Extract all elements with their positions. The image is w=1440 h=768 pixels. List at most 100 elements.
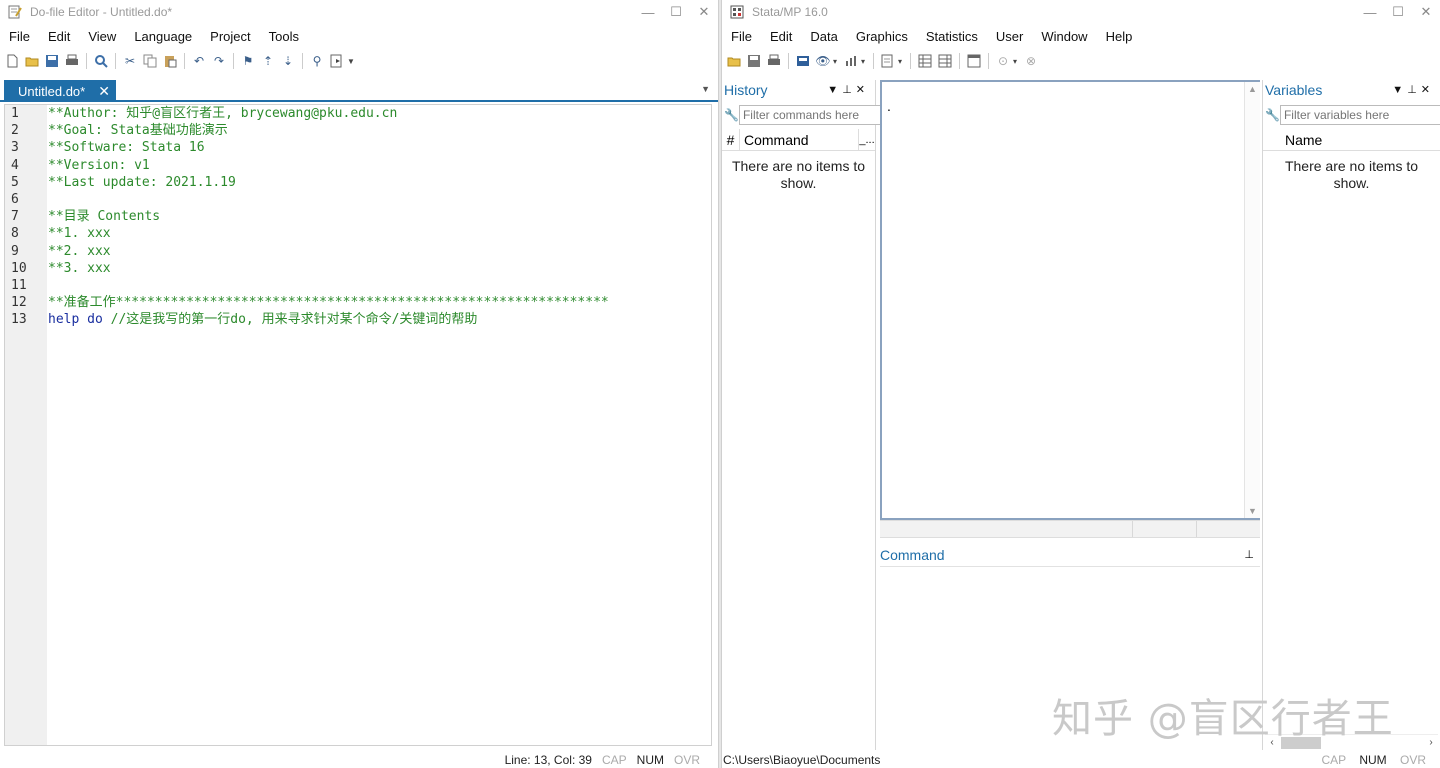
print-icon[interactable] (764, 51, 784, 71)
dofile-dropdown-icon[interactable]: ▾ (898, 57, 906, 66)
scroll-down-icon[interactable]: ▼ (1248, 506, 1257, 516)
line-number: 3 (11, 140, 19, 156)
editor-window-title: Do-file Editor - Untitled.do* (30, 5, 173, 19)
menu-language[interactable]: Language (125, 29, 201, 44)
code-line[interactable] (48, 191, 711, 208)
code-line[interactable]: **Version: v1 (48, 157, 711, 174)
code-line[interactable]: **目录 Contents (48, 208, 711, 225)
save-icon[interactable] (744, 51, 764, 71)
code-comment: //这是我写的第一行do, 用来寻求针对某个命令/关键词的帮助 (102, 312, 478, 328)
bookmark-toggle-icon[interactable]: ⚑ (238, 51, 258, 71)
working-directory: C:\Users\Biaoyue\Documents (723, 753, 881, 767)
history-filter-input[interactable] (738, 105, 902, 125)
maximize-icon[interactable]: ☐ (1384, 4, 1412, 20)
break-icon[interactable]: ⊗ (1021, 51, 1041, 71)
menu-view[interactable]: View (79, 29, 125, 44)
cut-icon[interactable]: ✂ (120, 51, 140, 71)
print-icon[interactable] (62, 51, 82, 71)
viewer-dropdown-icon[interactable]: ▾ (833, 57, 841, 66)
show-file-in-viewer-icon[interactable]: ⚲ (307, 51, 327, 71)
tab-label: Untitled.do* (18, 83, 86, 99)
col-number[interactable]: # (722, 129, 740, 150)
menu-statistics[interactable]: Statistics (917, 29, 987, 44)
variables-filter-row: 🔧 (1265, 104, 1440, 126)
code-line[interactable]: **准备工作**********************************… (48, 294, 711, 311)
menu-tools[interactable]: Tools (260, 29, 308, 44)
more-icon[interactable]: ⊙ (993, 51, 1013, 71)
close-icon[interactable]: ✕ (690, 4, 718, 20)
menu-file[interactable]: File (722, 29, 761, 44)
code-line[interactable]: **1. xxx (48, 225, 711, 242)
maximize-icon[interactable]: ☐ (662, 4, 690, 20)
minimize-icon[interactable]: — (1356, 5, 1384, 20)
close-icon[interactable]: ✕ (856, 84, 869, 96)
line-number: 4 (11, 157, 19, 173)
line-number: 2 (11, 123, 19, 139)
minimize-icon[interactable]: — (634, 5, 662, 20)
tab-list-dropdown-icon[interactable]: ▼ (701, 84, 710, 94)
filter-icon[interactable]: ▼ (1392, 84, 1407, 96)
tab-close-icon[interactable]: ✕ (98, 83, 110, 100)
save-icon[interactable] (42, 51, 62, 71)
results-pane[interactable]: . ▲ ▼ (880, 80, 1260, 520)
code-line[interactable]: **Last update: 2021.1.19 (48, 174, 711, 191)
pin-icon[interactable]: ⊥ (842, 84, 856, 96)
col-name[interactable]: Name (1281, 129, 1440, 150)
code-line[interactable]: **3. xxx (48, 260, 711, 277)
open-folder-icon[interactable] (724, 51, 744, 71)
open-folder-icon[interactable] (22, 51, 42, 71)
variables-filter-input[interactable] (1279, 105, 1440, 125)
code-line[interactable]: **Software: Stata 16 (48, 139, 711, 156)
graph-icon[interactable] (841, 51, 861, 71)
paste-icon[interactable] (160, 51, 180, 71)
bookmark-prev-icon[interactable]: ⇡ (258, 51, 278, 71)
results-scrollbar[interactable]: ▲ ▼ (1244, 82, 1260, 518)
menu-project[interactable]: Project (201, 29, 259, 44)
copy-icon[interactable] (140, 51, 160, 71)
execute-dropdown-icon[interactable]: ▼ (347, 57, 355, 66)
viewer-icon[interactable]: 👁 (813, 51, 833, 71)
tab-untitled-do[interactable]: Untitled.do* ✕ (4, 80, 116, 102)
col-command[interactable]: Command (740, 129, 859, 150)
log-icon[interactable] (793, 51, 813, 71)
pin-icon[interactable]: ⊥ (1407, 84, 1421, 96)
menu-data[interactable]: Data (801, 29, 846, 44)
close-icon[interactable]: ✕ (1412, 4, 1440, 20)
bookmark-next-icon[interactable]: ⇣ (278, 51, 298, 71)
graph-dropdown-icon[interactable]: ▾ (861, 57, 869, 66)
redo-icon[interactable]: ↷ (209, 51, 229, 71)
undo-icon[interactable]: ↶ (189, 51, 209, 71)
variables-header-icons: ▼⊥✕ (1392, 83, 1434, 96)
code-text[interactable]: **Author: 知乎@盲区行者王, brycewang@pku.edu.cn… (48, 105, 711, 328)
code-line-last[interactable]: help do //这是我写的第一行do, 用来寻求针对某个命令/关键词的帮助 (48, 311, 711, 328)
variables-manager-icon[interactable] (964, 51, 984, 71)
menu-edit[interactable]: Edit (761, 29, 801, 44)
close-icon[interactable]: ✕ (1421, 84, 1434, 96)
scroll-right-icon[interactable]: › (1424, 737, 1438, 748)
code-line[interactable]: **2. xxx (48, 243, 711, 260)
dofile-editor-icon[interactable] (878, 51, 898, 71)
menu-help[interactable]: Help (1097, 29, 1142, 44)
menu-edit[interactable]: Edit (39, 29, 79, 44)
col-extra[interactable]: _... (859, 134, 875, 146)
data-editor-browse-icon[interactable] (935, 51, 955, 71)
execute-do-icon[interactable] (327, 51, 347, 71)
filter-icon[interactable]: ▼ (827, 84, 842, 96)
scroll-up-icon[interactable]: ▲ (1248, 84, 1257, 94)
code-line[interactable]: **Author: 知乎@盲区行者王, brycewang@pku.edu.cn (48, 105, 711, 122)
more-dropdown-icon[interactable]: ▾ (1013, 57, 1021, 66)
code-line[interactable]: **Goal: Stata基础功能演示 (48, 122, 711, 139)
find-icon[interactable] (91, 51, 111, 71)
menu-file[interactable]: File (0, 29, 39, 44)
menu-user[interactable]: User (987, 29, 1032, 44)
variables-pane: Variables ▼⊥✕ 🔧 Name There are no items … (1262, 80, 1440, 750)
menu-graphics[interactable]: Graphics (847, 29, 917, 44)
code-line[interactable] (48, 277, 711, 294)
new-file-icon[interactable] (2, 51, 22, 71)
pin-icon[interactable]: ⊥ (1244, 548, 1254, 561)
data-editor-edit-icon[interactable] (915, 51, 935, 71)
code-editor[interactable]: 1 2 3 4 5 6 7 8 9 10 11 12 13 **Author: … (4, 104, 712, 746)
wrench-icon[interactable]: 🔧 (724, 108, 739, 122)
wrench-icon[interactable]: 🔧 (1265, 108, 1280, 122)
menu-window[interactable]: Window (1032, 29, 1096, 44)
